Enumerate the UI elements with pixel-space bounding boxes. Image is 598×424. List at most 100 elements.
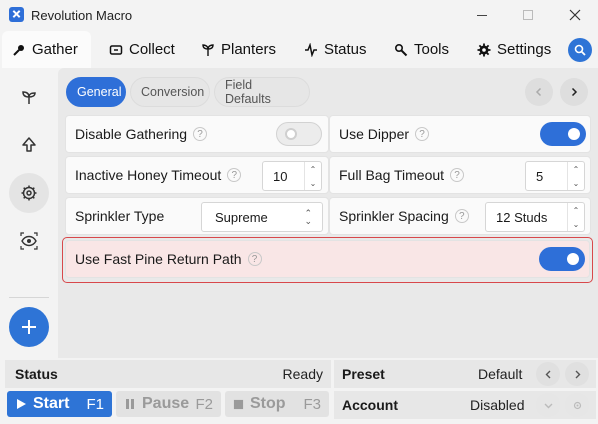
tab-collect[interactable]: Collect	[99, 31, 185, 68]
chevron-down-icon[interactable]: ⌄	[573, 220, 580, 229]
number-stepper[interactable]: ⌃ ⌄	[304, 162, 321, 190]
add-button[interactable]	[9, 307, 49, 347]
chevron-up-icon[interactable]: ⌃	[573, 165, 580, 174]
help-icon[interactable]: ?	[193, 127, 208, 141]
start-hotkey: F1	[86, 395, 104, 413]
status-value: Ready	[282, 366, 323, 382]
previous-preset-button[interactable]	[536, 362, 560, 386]
gather-icon	[13, 44, 24, 56]
sidebar-divider	[9, 297, 49, 298]
main-tab-bar: Gather Collect Planters Status Tools Set…	[0, 30, 598, 68]
help-icon[interactable]: ?	[450, 168, 465, 182]
input-value: 5	[536, 168, 544, 184]
status-label: Status	[15, 366, 58, 382]
tab-label: Collect	[129, 41, 175, 58]
tab-label: Settings	[497, 41, 552, 58]
help-icon[interactable]: ?	[227, 168, 242, 182]
account-label: Account	[342, 397, 398, 413]
sidebar-item-fields[interactable]	[9, 77, 49, 117]
upload-icon	[22, 137, 36, 152]
setting-label: Inactive Honey Timeout	[75, 167, 222, 183]
tab-status[interactable]: Status	[294, 31, 377, 68]
use-dipper-toggle[interactable]	[540, 122, 586, 146]
close-button[interactable]	[552, 0, 598, 30]
setting-disable-gathering: Disable Gathering ?	[65, 115, 329, 153]
full-bag-timeout-input[interactable]: 5 ⌃ ⌄	[525, 161, 585, 191]
account-value: Disabled	[470, 397, 525, 413]
stop-hotkey: F3	[303, 395, 321, 413]
number-stepper[interactable]: ⌃ ⌄	[567, 203, 584, 231]
stop-icon	[233, 399, 244, 409]
sprout-icon	[22, 91, 36, 104]
disable-gathering-toggle[interactable]	[276, 122, 322, 146]
settings-panel: General Conversion Field Defaults Disabl…	[58, 68, 598, 358]
search-button[interactable]	[568, 38, 592, 62]
inactive-honey-timeout-input[interactable]: 10 ⌃ ⌄	[262, 161, 322, 191]
setting-full-bag-timeout: Full Bag Timeout ? 5 ⌃ ⌄	[329, 156, 591, 194]
number-stepper[interactable]: ⌃ ⌄	[567, 162, 584, 190]
tab-label: Tools	[414, 41, 450, 58]
account-settings-button[interactable]	[565, 393, 589, 417]
chevron-up-icon[interactable]: ⌃	[573, 206, 580, 215]
chevron-right-icon	[575, 370, 580, 378]
help-icon[interactable]: ?	[415, 127, 430, 141]
setting-use-fast-pine-return-path: Use Fast Pine Return Path ?	[65, 240, 590, 278]
subtab-conversion[interactable]: Conversion	[130, 77, 210, 107]
gear-icon	[21, 185, 37, 201]
use-fast-pine-return-path-toggle[interactable]	[539, 247, 585, 271]
preset-row: Preset Default	[334, 360, 596, 388]
sidebar-item-settings[interactable]	[9, 173, 49, 213]
preset-value: Default	[478, 366, 523, 382]
status-icon	[305, 42, 317, 57]
tab-tools[interactable]: Tools	[384, 31, 459, 68]
setting-use-dipper: Use Dipper ?	[329, 115, 591, 153]
subtab-field-defaults[interactable]: Field Defaults	[214, 77, 310, 107]
previous-page-button[interactable]	[525, 78, 553, 106]
chevron-right-icon	[571, 87, 578, 97]
setting-label: Sprinkler Type	[75, 208, 165, 224]
start-button[interactable]: Start F1	[7, 391, 112, 417]
title-bar: Revolution Macro	[0, 0, 598, 30]
chevron-left-icon	[535, 87, 542, 97]
app-logo-icon	[9, 7, 24, 22]
collect-icon	[109, 44, 123, 55]
close-icon	[569, 9, 581, 21]
stop-button[interactable]: Stop F3	[225, 391, 329, 417]
chevron-up-icon[interactable]: ⌃	[310, 165, 317, 174]
search-icon	[574, 44, 586, 56]
account-dropdown-button[interactable]	[536, 393, 560, 417]
tools-icon	[394, 43, 408, 56]
tab-gather[interactable]: Gather	[2, 31, 91, 68]
tab-settings[interactable]: Settings	[467, 31, 561, 68]
minimize-icon	[477, 14, 487, 16]
subtab-general[interactable]: General	[66, 77, 126, 107]
setting-label: Disable Gathering	[75, 126, 188, 142]
planter-icon	[202, 43, 214, 56]
sidebar-item-upload[interactable]	[9, 125, 49, 165]
chevron-left-icon	[545, 370, 550, 378]
select-value: Supreme	[215, 209, 268, 225]
pause-label: Pause	[142, 395, 190, 412]
setting-inactive-honey-timeout: Inactive Honey Timeout ? 10 ⌃ ⌄	[65, 156, 329, 194]
tab-label: Planters	[221, 41, 277, 58]
sprinkler-type-select[interactable]: Supreme ⌃ ⌄	[201, 202, 323, 232]
input-value: 12 Studs	[496, 209, 548, 225]
pause-icon	[126, 399, 134, 409]
minimize-button[interactable]	[459, 0, 505, 30]
chevron-down-icon[interactable]: ⌄	[310, 179, 317, 188]
tab-label: Status	[324, 41, 367, 58]
help-icon[interactable]: ?	[247, 252, 262, 266]
window-title: Revolution Macro	[31, 8, 133, 23]
maximize-button[interactable]	[505, 0, 551, 30]
next-page-button[interactable]	[560, 78, 588, 106]
help-icon[interactable]: ?	[454, 209, 469, 223]
sprinkler-spacing-input[interactable]: 12 Studs ⌃ ⌄	[485, 202, 585, 232]
tab-planters[interactable]: Planters	[191, 31, 286, 68]
setting-label: Sprinkler Spacing	[339, 208, 449, 224]
maximize-icon	[523, 10, 533, 20]
next-preset-button[interactable]	[565, 362, 589, 386]
chevron-down-icon[interactable]: ⌄	[573, 179, 580, 188]
setting-label: Full Bag Timeout	[339, 167, 445, 183]
sidebar-item-view[interactable]	[9, 221, 49, 261]
pause-button[interactable]: Pause F2	[116, 391, 221, 417]
